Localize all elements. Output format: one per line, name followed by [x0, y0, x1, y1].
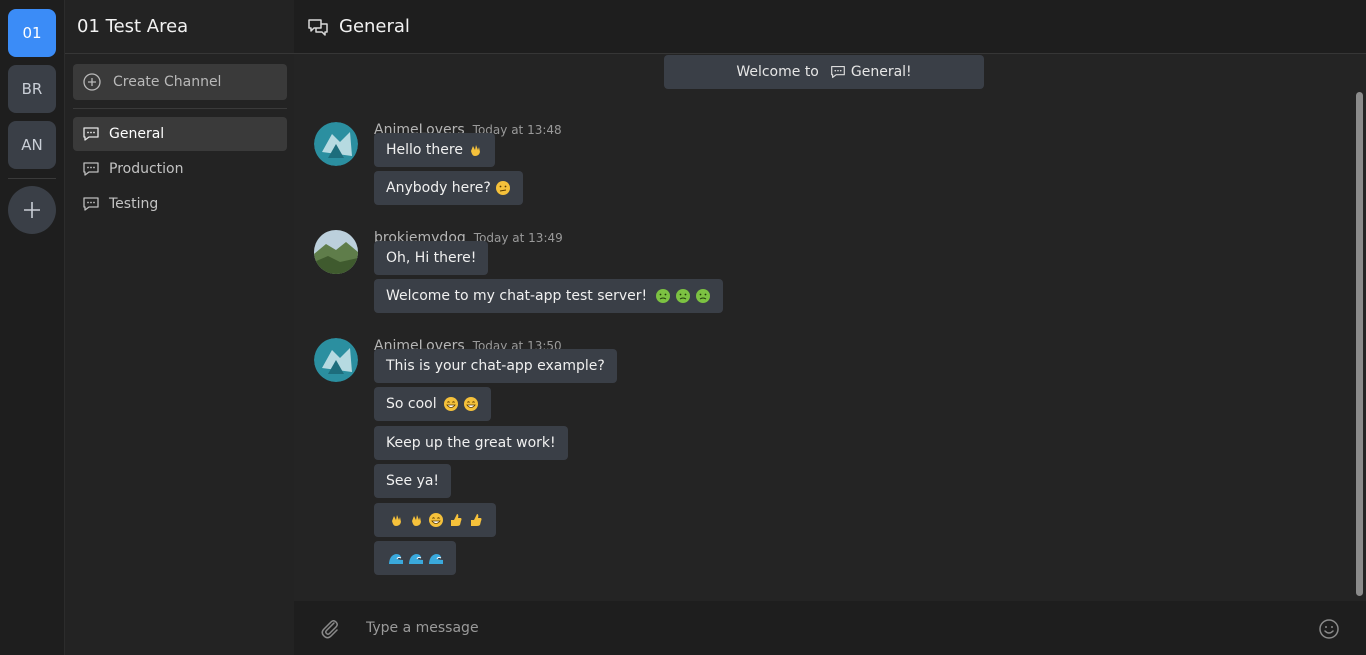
grinning-face-emoji: [463, 397, 478, 411]
paperclip-icon[interactable]: [318, 617, 342, 641]
rail-divider: [8, 178, 56, 179]
server-title: 01 Test Area: [77, 16, 189, 37]
nauseated-face-emoji: [696, 289, 711, 303]
channel-label: Testing: [109, 196, 159, 212]
channel-item-production[interactable]: Production: [73, 152, 287, 186]
server-rail: 01 BR AN: [0, 0, 64, 655]
avatar[interactable]: [314, 230, 358, 274]
divider: [65, 53, 295, 54]
thumbs-up-emoji: [451, 514, 462, 526]
welcome-prefix: Welcome to: [736, 64, 819, 80]
server-01[interactable]: 01: [8, 9, 56, 57]
channel-header: General: [294, 0, 1366, 54]
message-text: Hello there: [386, 142, 463, 158]
grinning-face-emoji: [443, 397, 458, 411]
waving-hand-emoji: [412, 515, 421, 526]
welcome-banner: Welcome to General!: [664, 55, 984, 89]
message-bubble[interactable]: This is your chat-app example?: [374, 349, 617, 383]
message-bubble[interactable]: [374, 541, 456, 575]
chat-app: 01 BR AN 01 Test Area Create Channel Gen…: [0, 0, 1366, 655]
create-channel-button[interactable]: Create Channel: [73, 64, 287, 100]
welcome-channel: General!: [850, 64, 912, 80]
message-bubble[interactable]: So cool: [374, 387, 491, 421]
avatar[interactable]: [314, 122, 358, 166]
message-bubble[interactable]: Keep up the great work!: [374, 426, 568, 460]
message-icon: [830, 66, 845, 78]
message-text: This is your chat-app example?: [386, 358, 605, 374]
divider: [73, 108, 287, 109]
channel-label: Production: [109, 161, 184, 177]
channel-item-testing[interactable]: Testing: [73, 187, 287, 221]
water-wave-emoji: [389, 554, 403, 564]
message-list[interactable]: Welcome to General! AnimeLovers Today at …: [294, 54, 1366, 601]
message-group: AnimeLovers Today at 13:48 Hello there An…: [314, 116, 1014, 216]
channel-title: General: [339, 16, 410, 37]
message-bubble[interactable]: Anybody here?: [374, 171, 523, 205]
avatar[interactable]: [314, 338, 358, 382]
plus-icon: [24, 202, 40, 218]
server-an[interactable]: AN: [8, 121, 56, 169]
chat-bubbles-icon: [308, 18, 328, 36]
smiley-icon[interactable]: [1318, 618, 1340, 640]
message-text: Keep up the great work!: [386, 435, 556, 451]
message-icon: [83, 162, 99, 176]
message-bubble[interactable]: Welcome to my chat-app test server!: [374, 279, 724, 313]
plus-circle-icon: [83, 73, 101, 91]
channel-label: General: [109, 126, 165, 142]
waving-hand-emoji: [392, 515, 401, 526]
water-wave-emoji: [429, 554, 443, 564]
message-group: AnimeLovers Today at 13:50 This is your c…: [314, 332, 1014, 582]
message-text: So cool: [386, 396, 437, 412]
channel-item-general[interactable]: General: [73, 117, 287, 151]
message-text: See ya!: [386, 473, 440, 489]
server-br[interactable]: BR: [8, 65, 56, 113]
message-input[interactable]: [366, 612, 1266, 644]
create-channel-label: Create Channel: [113, 74, 222, 90]
confused-face-emoji: [495, 181, 510, 195]
message-icon: [83, 127, 99, 141]
scrollbar[interactable]: [1356, 92, 1363, 596]
message-bubble[interactable]: See ya!: [374, 464, 452, 498]
nauseated-face-emoji: [656, 289, 671, 303]
message-composer: [294, 601, 1366, 655]
grinning-face-emoji: [429, 513, 443, 527]
thumbs-up-emoji: [471, 514, 482, 526]
message-bubble[interactable]: [374, 503, 496, 537]
message-bubble[interactable]: Hello there: [374, 133, 495, 167]
channel-sidebar: 01 Test Area Create Channel General Prod…: [64, 0, 295, 655]
message-text: Welcome to my chat-app test server!: [386, 288, 648, 304]
waving-hand-emoji: [470, 145, 480, 156]
message-group: brokiemydog Today at 13:49 Oh, Hi there! …: [314, 224, 1014, 324]
nauseated-face-emoji: [676, 289, 691, 303]
message-icon: [83, 197, 99, 211]
message-bubble[interactable]: Oh, Hi there!: [374, 241, 489, 275]
add-server-button[interactable]: [8, 186, 56, 234]
message-text: Oh, Hi there!: [386, 250, 477, 266]
water-wave-emoji: [409, 554, 423, 564]
message-text: Anybody here?: [386, 180, 491, 196]
